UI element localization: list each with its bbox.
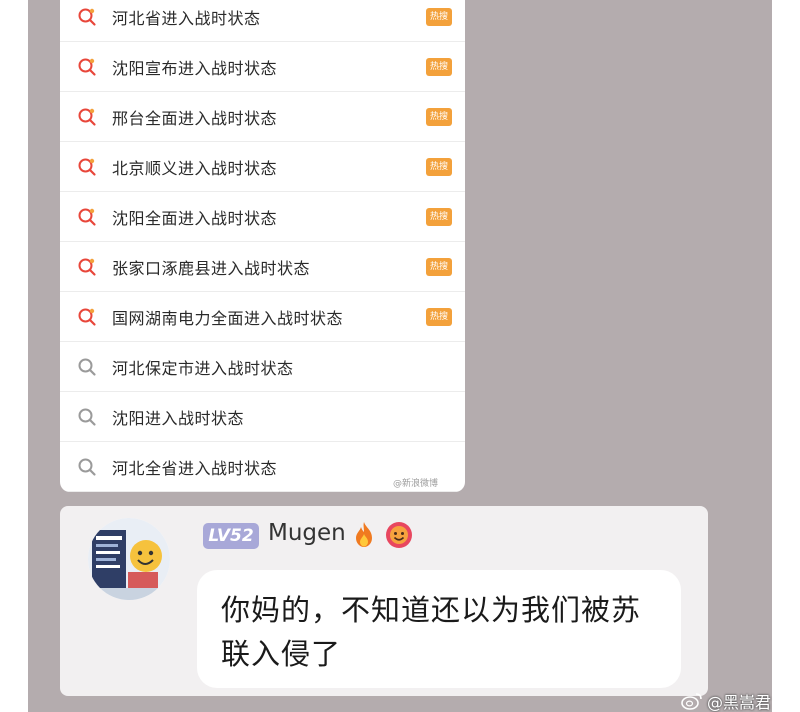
search-suggestion-text: 沈阳宣布进入战时状态 — [112, 58, 278, 78]
page-watermark-text: @黑嵩君 — [707, 693, 772, 712]
search-icon — [78, 408, 96, 426]
search-icon — [78, 58, 96, 76]
search-icon — [78, 308, 96, 326]
search-suggestion-list: 河北省进入战时状态 热搜 沈阳宣布进入战时状态 热搜 邢台全面进入战时状态 热搜 北京顺义进… — [60, 0, 465, 492]
level-badge: LV52 — [203, 523, 259, 549]
search-icon — [78, 8, 96, 26]
weibo-icon — [681, 693, 702, 710]
hot-badge: 热搜 — [426, 108, 452, 126]
search-suggestion-item[interactable]: 张家口涿鹿县进入战时状态 热搜 — [60, 242, 465, 292]
search-suggestion-item[interactable]: 沈阳宣布进入战时状态 热搜 — [60, 42, 465, 92]
flame-icon — [356, 522, 372, 547]
search-icon — [78, 358, 96, 376]
search-suggestion-item[interactable]: 邢台全面进入战时状态 热搜 — [60, 92, 465, 142]
username[interactable]: Mugen — [268, 520, 346, 546]
search-suggestion-item[interactable]: 国网湖南电力全面进入战时状态 热搜 — [60, 292, 465, 342]
search-suggestion-item[interactable]: 沈阳全面进入战时状态 热搜 — [60, 192, 465, 242]
emblem-icon — [386, 522, 412, 548]
avatar[interactable] — [88, 518, 170, 600]
message-bubble: 你妈的，不知道还以为我们被苏联入侵了 — [197, 570, 681, 688]
search-suggestion-text: 张家口涿鹿县进入战时状态 — [112, 258, 311, 278]
hot-badge: 热搜 — [426, 208, 452, 226]
search-suggestion-item[interactable]: 沈阳进入战时状态 — [60, 392, 465, 442]
search-suggestion-text: 国网湖南电力全面进入战时状态 — [112, 308, 344, 328]
search-suggestion-item[interactable]: 北京顺义进入战时状态 热搜 — [60, 142, 465, 192]
hot-badge: 热搜 — [426, 58, 452, 76]
search-suggestion-text: 北京顺义进入战时状态 — [112, 158, 278, 178]
search-suggestion-text: 河北省进入战时状态 — [112, 8, 261, 28]
search-suggestion-text: 河北保定市进入战时状态 — [112, 358, 294, 378]
search-icon — [78, 158, 96, 176]
list-watermark: @新浪微博 — [393, 479, 439, 489]
message-text: 你妈的，不知道还以为我们被苏联入侵了 — [221, 593, 642, 671]
search-icon — [78, 108, 96, 126]
search-suggestion-item[interactable]: 河北保定市进入战时状态 — [60, 342, 465, 392]
hot-badge: 热搜 — [426, 308, 452, 326]
search-suggestion-text: 邢台全面进入战时状态 — [112, 108, 278, 128]
search-icon — [78, 258, 96, 276]
hot-badge: 热搜 — [426, 258, 452, 276]
search-suggestion-text: 河北全省进入战时状态 — [112, 458, 278, 478]
search-suggestion-text: 沈阳进入战时状态 — [112, 408, 245, 428]
search-icon — [78, 208, 96, 226]
search-icon — [78, 458, 96, 476]
page-watermark: @黑嵩君 — [681, 690, 771, 712]
hot-badge: 热搜 — [426, 8, 452, 26]
hot-badge: 热搜 — [426, 158, 452, 176]
search-suggestion-item[interactable]: 河北省进入战时状态 热搜 — [60, 0, 465, 42]
search-suggestion-text: 沈阳全面进入战时状态 — [112, 208, 278, 228]
